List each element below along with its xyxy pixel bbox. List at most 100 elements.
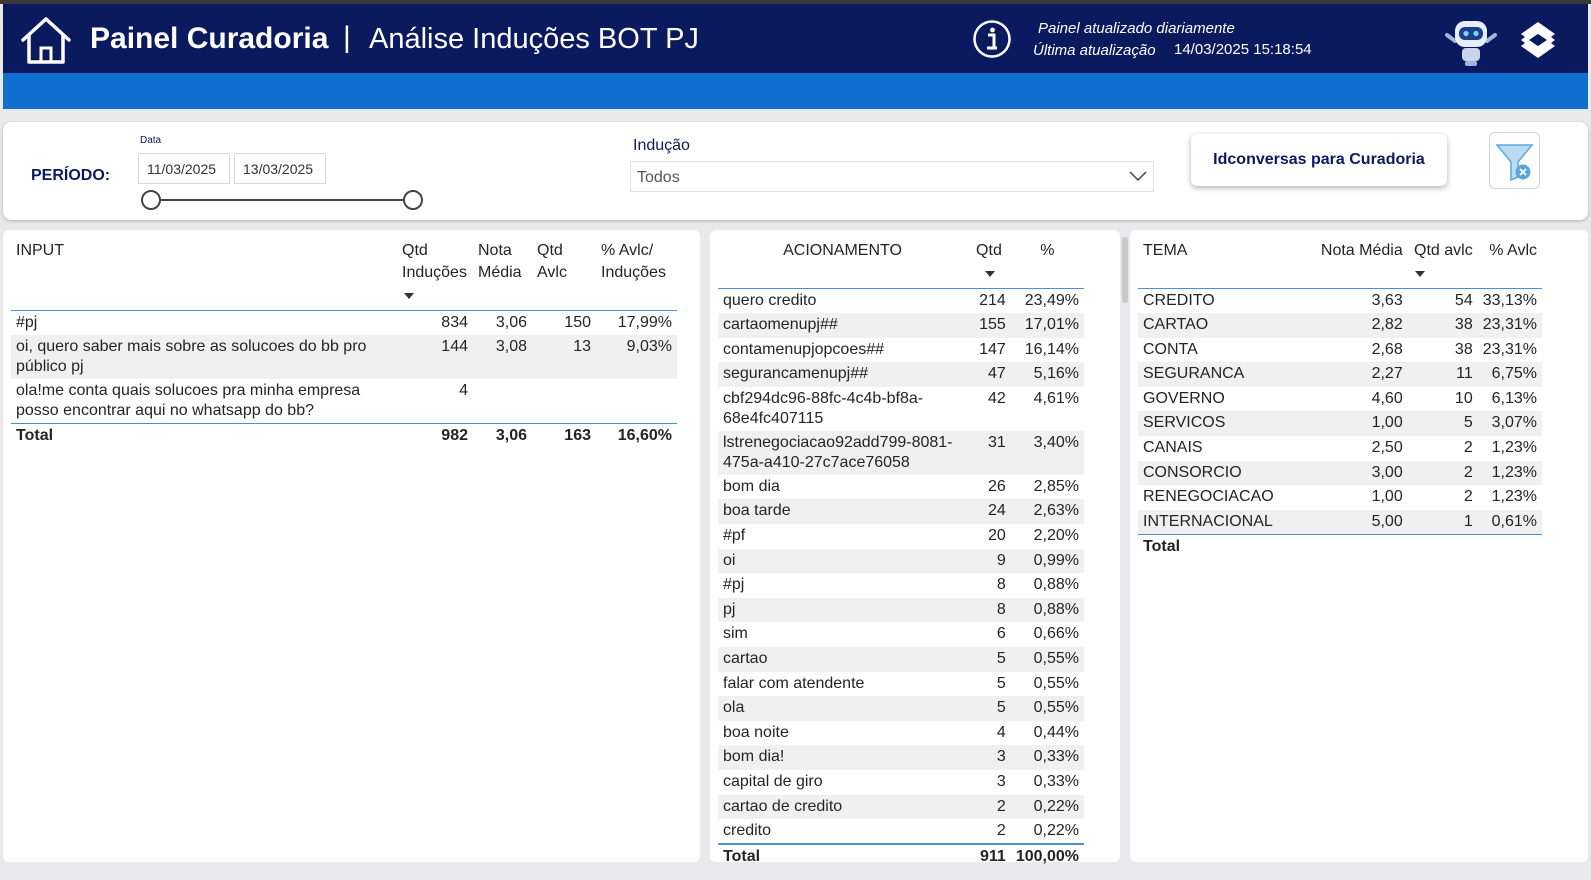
cell-pct: 16,14% [1024,340,1079,358]
acionamento-scrollbar[interactable] [1122,237,1128,303]
cell-pct: 0,66% [1033,625,1079,643]
col-pct-avlc[interactable]: % Avlc [1477,234,1542,289]
table-row[interactable]: cartao de credito 2 0,22% [718,794,1084,820]
table-row[interactable]: boa tarde 24 2,63% [718,499,1084,525]
cell-qtd: 26 [988,477,1006,495]
table-row[interactable]: cartao 5 0,55% [718,647,1084,672]
date-range-slider[interactable] [153,199,415,201]
cell-acionamento: oi [718,548,968,574]
table-row[interactable]: contamenupjopcoes## 147 16,14% [718,338,1084,363]
filter-bar: PERÍODO: Data 11/03/2025 13/03/2025 Indu… [3,122,1588,220]
cell-tema: SERVICOS [1138,411,1307,437]
cell-qtd: 6 [996,625,1006,643]
date-end-input[interactable]: 13/03/2025 [234,153,326,184]
cell-acionamento: ola [718,696,968,721]
info-icon[interactable] [972,19,1012,59]
table-row[interactable]: quero credito 214 23,49% [718,289,1084,314]
table-row[interactable]: RENEGOCIACAO 1,00 2 1,23% [1138,485,1542,510]
table-row[interactable]: pj 8 0,88% [718,597,1084,623]
table-row[interactable]: cartaomenupj## 155 17,01% [718,313,1084,338]
table-row[interactable]: CREDITO 3,63 54 33,13% [1138,289,1542,314]
table-row[interactable]: SEGURANCA 2,27 11 6,75% [1138,362,1542,387]
table-row[interactable]: oi, quero saber mais sobre as solucoes d… [11,335,677,379]
col-nota-media[interactable]: Nota Média [1306,234,1408,289]
table-row[interactable]: oi 9 0,99% [718,548,1084,574]
table-row[interactable]: sim 6 0,66% [718,622,1084,647]
cell-pct: 0,88% [1010,597,1084,623]
total-qtd: 982 [397,423,473,448]
col-tema[interactable]: TEMA [1138,234,1307,289]
table-row[interactable]: falar com atendente 5 0,55% [718,672,1084,697]
cell-nota: 3,63 [1371,292,1403,309]
cell-qtd: 5 [996,674,1006,692]
cell-tema: CONSORCIO [1138,460,1307,486]
table-row[interactable]: capital de giro 3 0,33% [718,770,1084,795]
home-icon[interactable] [19,16,73,66]
table-row[interactable]: GOVERNO 4,60 10 6,13% [1138,387,1542,412]
col-qtd-avlc[interactable]: Qtd avlc [1407,234,1478,289]
clear-filters-button[interactable] [1489,132,1540,189]
table-row[interactable]: CANAIS 2,50 2 1,23% [1138,436,1542,461]
cell-pct: 0,33% [1010,745,1084,770]
table-row[interactable]: boa noite 4 0,44% [718,721,1084,746]
cell-nota: 4,60 [1371,389,1403,407]
cell-qtd: 147 [979,340,1006,358]
table-row[interactable]: #pf 20 2,20% [718,524,1084,549]
table-row[interactable]: #pj 8 0,88% [718,573,1084,598]
col-acionamento[interactable]: ACIONAMENTO [718,234,968,289]
table-row[interactable]: CARTAO 2,82 38 23,31% [1138,313,1542,338]
table-row[interactable]: lstrenegociacao92add799-8081-475a-a410-2… [718,430,1084,475]
table-row[interactable]: #pj 834 3,06 150 17,99% [11,311,677,336]
cell-pct: 17,99% [617,314,672,331]
cell-qtd: 5 [1407,411,1478,437]
cell-acionamento: #pj [723,576,745,594]
cell-pct: 3,07% [1477,411,1542,437]
cell-qtd: 54 [1454,292,1473,309]
table-row[interactable]: SERVICOS 1,00 5 3,07% [1138,411,1542,437]
col-qtd-avlc[interactable]: Qtd Avlc [532,234,596,311]
col-nota-media[interactable]: Nota Média [473,234,532,311]
cell-pct: 6,13% [1491,389,1537,407]
table-row[interactable]: bom dia! 3 0,33% [718,745,1084,770]
cell-tema: RENEGOCIACAO [1143,488,1274,506]
slider-start-handle[interactable] [141,190,161,210]
col-input[interactable]: INPUT [11,234,397,311]
cell-input: #pj [16,314,38,331]
cell-qtd: 20 [988,527,1006,545]
table-row[interactable]: cbf294dc96-88fc-4c4b-bf8a-68e4fc407115 42… [718,387,1084,431]
cell-pct: 0,99% [1010,548,1084,574]
cell-pct: 33,13% [1482,292,1537,309]
table-row[interactable]: INTERNACIONAL 5,00 1 0,61% [1138,509,1542,535]
inducao-dropdown[interactable]: Todos [630,161,1154,192]
cell-pct: 3,40% [1010,430,1084,475]
cell-pct: 9,03% [596,335,677,379]
date-start-input[interactable]: 11/03/2025 [138,153,230,184]
cell-acionamento: falar com atendente [723,674,865,692]
col-qtd[interactable]: Qtd [967,234,1011,289]
slider-end-handle[interactable] [403,190,423,210]
table-row[interactable]: bom dia 26 2,85% [718,475,1084,500]
cell-acionamento: cartaomenupj## [718,313,968,338]
table-row[interactable]: credito 2 0,22% [718,819,1084,844]
col-pct[interactable]: % [1010,234,1084,289]
col-pct-avlc[interactable]: % Avlc/ Induções [596,234,677,311]
table-row[interactable]: segurancamenupj## 47 5,16% [718,362,1084,387]
col-qtd-inducoes-label: Qtd Induções [402,242,467,281]
cell-acionamento: quero credito [723,292,817,309]
table-row[interactable]: ola 5 0,55% [718,696,1084,721]
table-row[interactable]: CONSORCIO 3,00 2 1,23% [1138,460,1542,486]
cell-qtd: 24 [967,499,1011,525]
cell-pct: 0,44% [1033,723,1079,741]
idconversas-button[interactable]: Idconversas para Curadoria [1191,134,1447,186]
table-row[interactable]: CONTA 2,68 38 23,31% [1138,338,1542,363]
title-separator: | [343,21,351,54]
acionamento-panel: ACIONAMENTO Qtd % quero credito 214 23,49%… [710,230,1120,870]
cell-pct: 0,22% [1010,794,1084,820]
cell-pct: 0,55% [1033,674,1079,692]
table-row[interactable]: ola!me conta quais solucoes pra minha em… [11,379,677,424]
cell-qtd: 214 [979,292,1006,309]
cell-tema: INTERNACIONAL [1138,509,1307,535]
cell-qtd: 2 [996,822,1006,840]
col-qtd-inducoes[interactable]: Qtd Induções [397,234,473,311]
cell-qtd: 834 [441,314,468,331]
